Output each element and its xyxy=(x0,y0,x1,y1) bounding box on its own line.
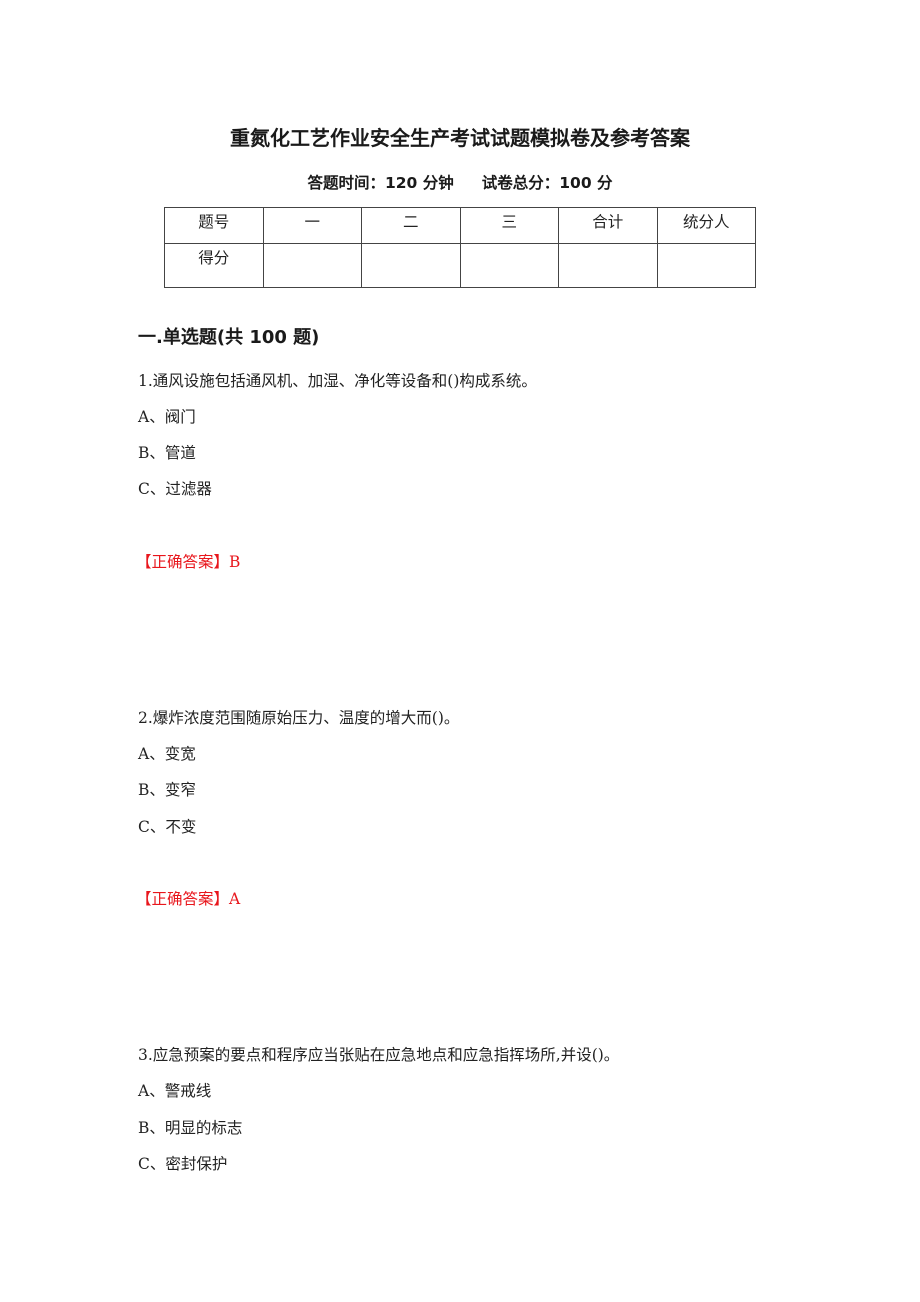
question-option: B、变窄 xyxy=(138,781,196,799)
question-option: C、不变 xyxy=(138,818,197,836)
score-cell xyxy=(656,243,756,288)
score-table-header-cell: 一 xyxy=(262,207,362,244)
score-row-label: 得分 xyxy=(164,243,264,288)
question-option: A、阀门 xyxy=(138,408,196,426)
score-table: 题号 一 二 三 合计 统分人 得分 xyxy=(164,207,756,288)
question-option: C、密封保护 xyxy=(138,1155,228,1173)
question-option: B、明显的标志 xyxy=(138,1119,243,1137)
section-heading: 一.单选题(共 100 题) xyxy=(138,327,320,348)
score-table-header-row: 题号 一 二 三 合计 统分人 xyxy=(164,207,756,244)
document-title: 重氮化工艺作业安全生产考试试题模拟卷及参考答案 xyxy=(230,126,690,150)
score-table-header-cell: 统分人 xyxy=(656,207,756,244)
score-cell xyxy=(262,243,362,288)
exam-info: 答题时间：120 分钟 试卷总分：100 分 xyxy=(0,171,920,193)
score-table-header-cell: 二 xyxy=(361,207,461,244)
question-text: 3.应急预案的要点和程序应当张贴在应急地点和应急指挥场所,并设()。 xyxy=(138,1046,620,1064)
correct-answer: 【正确答案】B xyxy=(136,553,241,571)
question-option: A、警戒线 xyxy=(138,1082,212,1100)
score-table-header-cell: 题号 xyxy=(164,207,264,244)
score-cell xyxy=(361,243,461,288)
score-table-header-cell: 三 xyxy=(459,207,559,244)
question-text: 1.通风设施包括通风机、加湿、净化等设备和()构成系统。 xyxy=(138,372,537,390)
question-option: C、过滤器 xyxy=(138,480,212,498)
question-option: B、管道 xyxy=(138,444,196,462)
score-cell xyxy=(459,243,559,288)
question-text: 2.爆炸浓度范围随原始压力、温度的增大而()。 xyxy=(138,709,460,727)
score-table-score-row: 得分 xyxy=(164,243,756,288)
total-score: 试卷总分：100 分 xyxy=(481,174,613,192)
score-cell xyxy=(558,243,658,288)
correct-answer: 【正确答案】A xyxy=(136,890,241,908)
score-table-header-cell: 合计 xyxy=(558,207,658,244)
question-option: A、变宽 xyxy=(138,745,196,763)
exam-time: 答题时间：120 分钟 xyxy=(307,174,454,192)
